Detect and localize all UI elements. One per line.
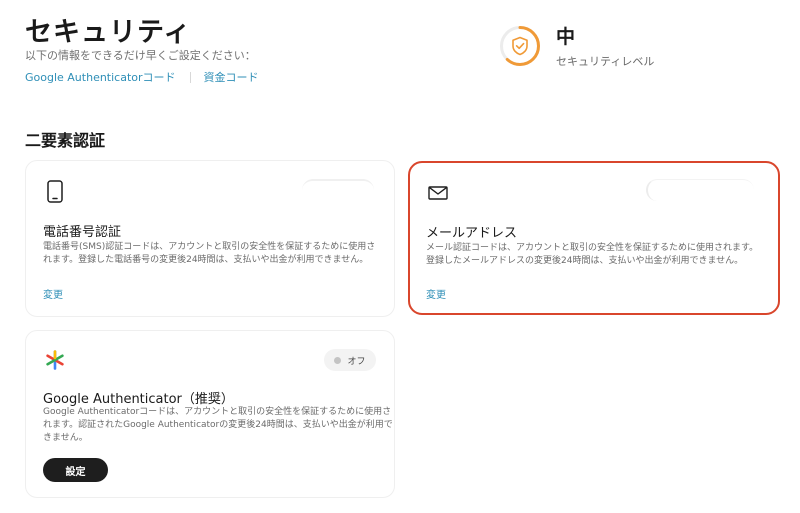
quick-links: Google Authenticatorコード 資金コード (25, 69, 259, 85)
section-title-2fa: 二要素認証 (25, 131, 106, 150)
phone-auth-card: 電話番号認証 電話番号(SMS)認証コードは、アカウントと取引の安全性を保証する… (25, 160, 395, 317)
google-authenticator-card: オフ Google Authenticator（推奨） Google Authe… (25, 330, 395, 498)
google-authenticator-description: Google Authenticatorコードは、アカウントと取引の安全性を保証… (43, 407, 393, 443)
phone-auth-title: 電話番号認証 (43, 225, 122, 240)
email-auth-toggle[interactable] (646, 179, 754, 201)
page-subtitle: 以下の情報をできるだけ早くご設定ください： (25, 49, 256, 62)
toggle-off-label: オフ (347, 356, 366, 367)
envelope-icon (428, 185, 448, 204)
phone-change-link[interactable]: 変更 (43, 286, 63, 301)
email-auth-description: メール認証コードは、アカウントと取引の安全性を保証するために使用されます。 登録… (426, 243, 759, 266)
smartphone-icon (47, 180, 63, 207)
shield-check-icon (500, 26, 540, 66)
phone-auth-toggle[interactable] (302, 179, 374, 201)
security-level-label: セキュリティレベル (556, 55, 655, 68)
security-level: 中 セキュリティレベル (498, 24, 654, 69)
toggle-off-dot (334, 356, 342, 364)
link-divider (189, 71, 191, 83)
google-authenticator-toggle[interactable]: オフ (324, 349, 376, 371)
email-auth-card: メールアドレス メール認証コードは、アカウントと取引の安全性を保証するために使用… (408, 161, 780, 315)
google-authenticator-link[interactable]: Google Authenticatorコード (25, 69, 176, 85)
google-authenticator-icon (45, 350, 65, 374)
fund-code-link[interactable]: 資金コード (204, 69, 259, 85)
security-level-value: 中 (556, 26, 576, 48)
phone-auth-description: 電話番号(SMS)認証コードは、アカウントと取引の安全性を保証するために使用さ … (43, 242, 376, 265)
email-auth-title: メールアドレス (426, 226, 518, 241)
email-change-link[interactable]: 変更 (426, 286, 446, 301)
page-title: セキュリティ (25, 17, 192, 48)
security-level-ring (498, 24, 542, 68)
google-authenticator-title: Google Authenticator（推奨） (43, 392, 234, 407)
google-authenticator-setup-button[interactable]: 設定 (43, 458, 108, 482)
